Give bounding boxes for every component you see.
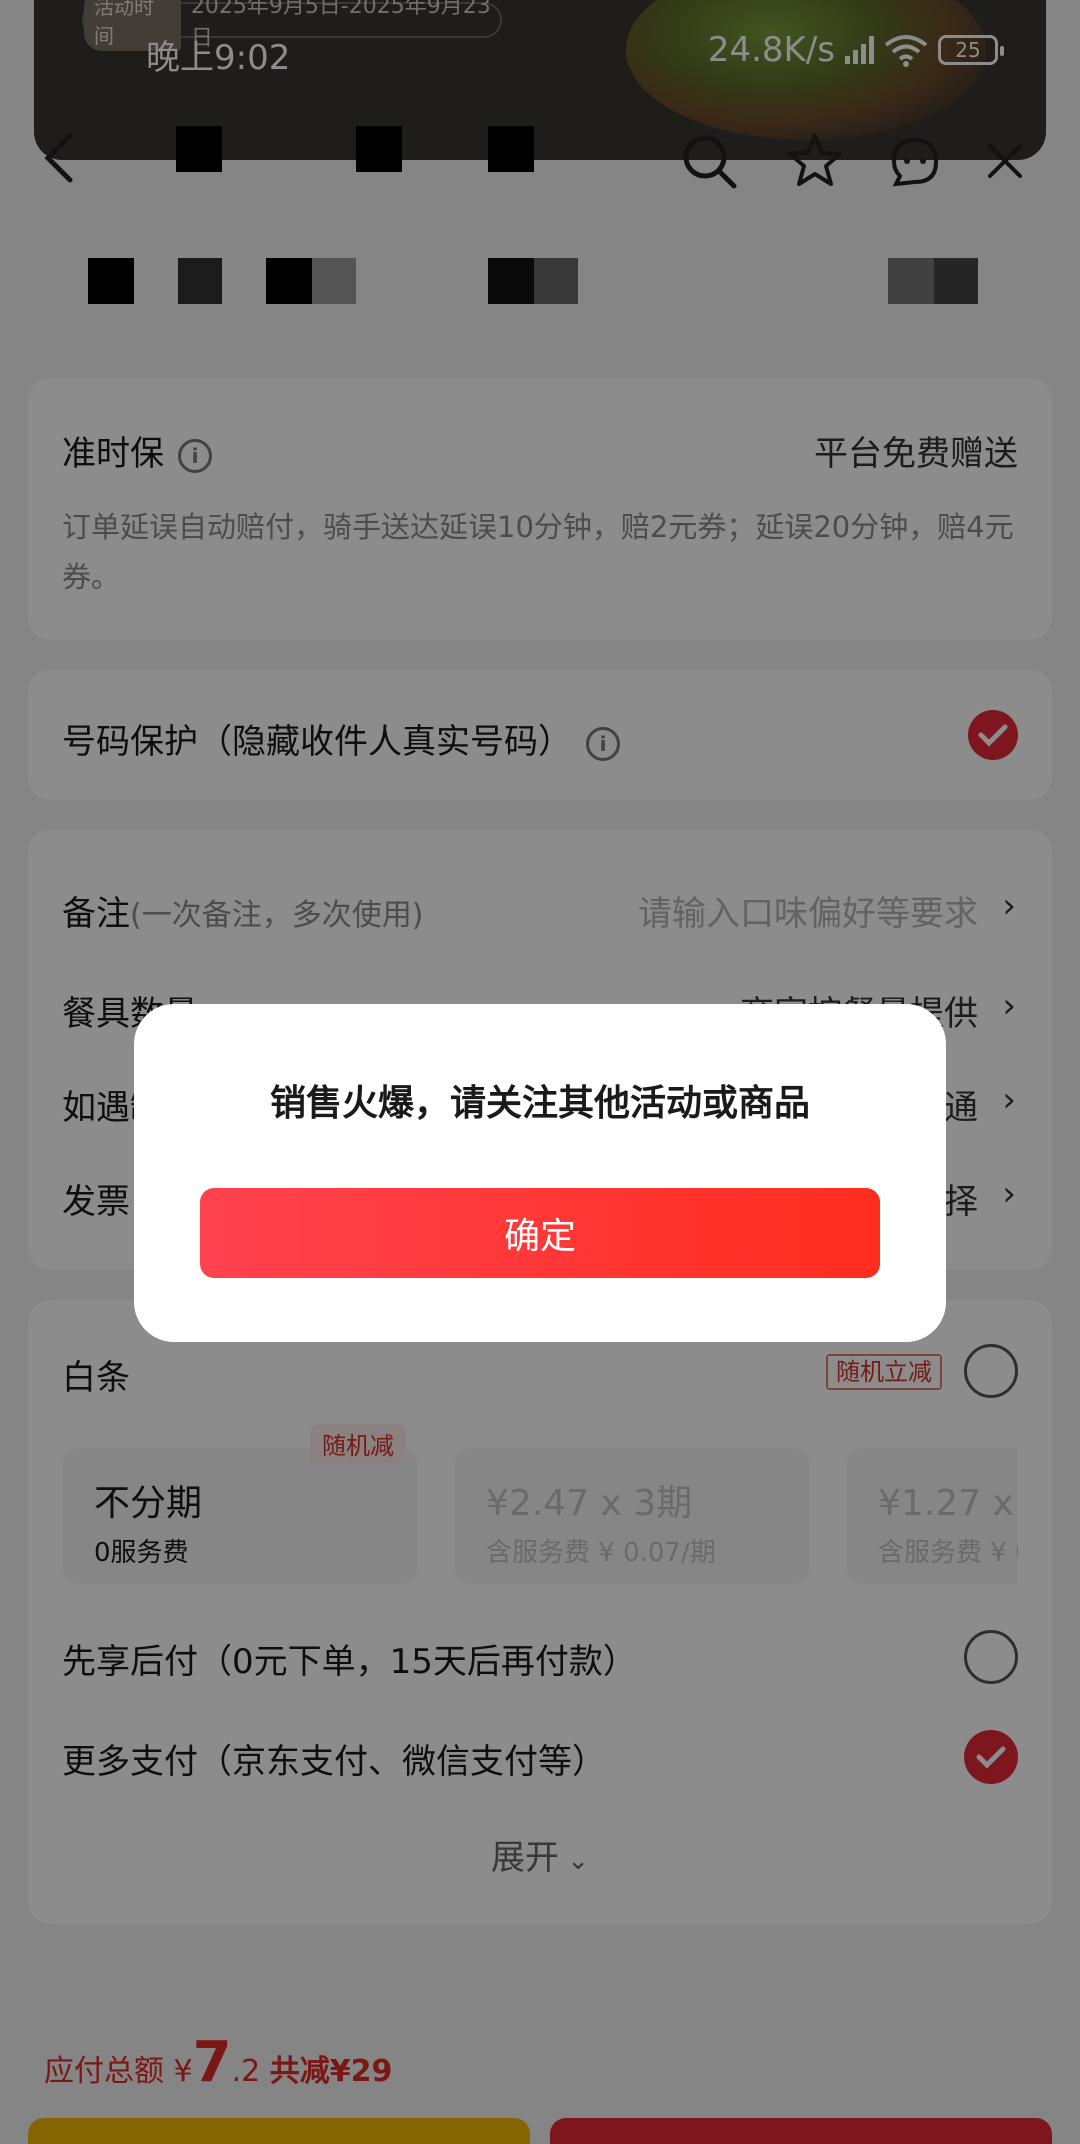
alert-dialog: 销售火爆，请关注其他活动或商品 确定 xyxy=(134,1004,946,1342)
dialog-message: 销售火爆，请关注其他活动或商品 xyxy=(269,1083,810,1124)
confirm-button[interactable]: 确定 xyxy=(200,1188,880,1278)
